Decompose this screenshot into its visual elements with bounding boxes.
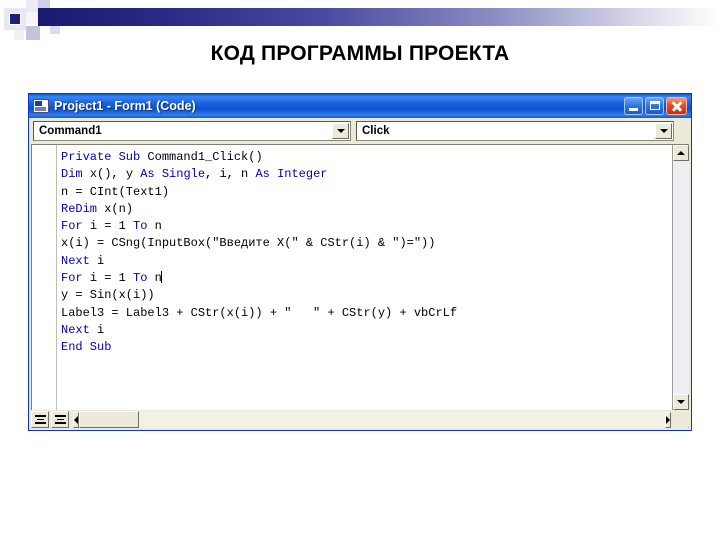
- page-title: КОД ПРОГРАММЫ ПРОЕКТА: [210, 42, 510, 65]
- code-line: End Sub: [61, 339, 672, 356]
- resize-grip-icon[interactable]: [673, 411, 689, 428]
- maximize-button[interactable]: [645, 97, 664, 115]
- procedure-view-icon-line3: [34, 422, 46, 424]
- code-line: Private Sub Command1_Click(): [61, 149, 672, 166]
- code-line: x(i) = CSng(InputBox("Введите X(" & CStr…: [61, 235, 672, 252]
- code-line: For i = 1 To n: [61, 270, 672, 287]
- code-keyword: Dim: [61, 167, 90, 182]
- deco-square-inner: [9, 13, 21, 25]
- code-keyword: As Integer: [255, 167, 328, 182]
- code-token: i = 1: [89, 271, 134, 286]
- code-keyword: Next: [61, 253, 98, 268]
- object-dropdown[interactable]: Command1: [33, 121, 351, 141]
- code-keyword: Next: [61, 322, 98, 337]
- scroll-down-icon: [677, 400, 685, 404]
- minimize-button[interactable]: [624, 97, 643, 115]
- code-line: Label3 = Label3 + CStr(x(i)) + " " + CSt…: [61, 305, 672, 322]
- code-line: y = Sin(x(i)): [61, 287, 672, 304]
- code-keyword: As Single: [140, 167, 206, 182]
- code-token: , i, n: [205, 167, 256, 182]
- code-line: n = CInt(Text1): [61, 184, 672, 201]
- code-window: Project1 - Form1 (Code) Command1 Click P…: [28, 93, 692, 431]
- chevron-down-glyph: [336, 129, 345, 133]
- code-line: Next i: [61, 253, 672, 270]
- slide-decoration-banner: [0, 0, 720, 40]
- scroll-left-icon: [74, 415, 78, 424]
- procedure-view-icon-line2: [36, 418, 44, 421]
- code-keyword: For: [61, 219, 90, 234]
- chevron-down-icon-procedure[interactable]: [655, 123, 672, 139]
- code-token: x(n): [104, 201, 134, 216]
- code-token: i: [97, 322, 105, 337]
- code-token: Command1_Click(): [147, 150, 263, 164]
- code-keyword: Private Sub: [61, 150, 148, 164]
- close-button[interactable]: [666, 97, 687, 115]
- deco-square-e: [50, 26, 60, 34]
- window-controls: [624, 97, 689, 115]
- maximize-icon: [650, 101, 660, 110]
- scroll-up-icon: [677, 151, 685, 155]
- scroll-right-button[interactable]: [665, 411, 671, 428]
- code-window-status-bar: [29, 410, 691, 430]
- deco-square-b: [26, 12, 38, 24]
- procedure-view-button[interactable]: [31, 411, 49, 428]
- deco-square-a: [26, 0, 38, 12]
- code-token: i: [97, 253, 105, 268]
- chevron-down-icon-object[interactable]: [332, 123, 349, 139]
- code-editor-area: Private Sub Command1_Click() Dim x(), y A…: [31, 144, 689, 410]
- minimize-icon: [629, 108, 638, 111]
- deco-square-d: [26, 26, 40, 40]
- horizontal-scrollbar-thumb[interactable]: [79, 411, 139, 428]
- code-keyword: For: [61, 271, 90, 286]
- code-line: Dim x(), y As Single, i, n As Integer: [61, 166, 672, 183]
- code-line: Next i: [61, 322, 672, 339]
- scroll-down-button[interactable]: [673, 394, 689, 410]
- window-titlebar[interactable]: Project1 - Form1 (Code): [29, 94, 691, 118]
- procedure-view-icon: [34, 415, 46, 417]
- horizontal-scrollbar[interactable]: [73, 411, 671, 428]
- code-keyword: To: [133, 219, 155, 234]
- code-keyword: End Sub: [61, 340, 112, 355]
- vertical-scrollbar-track[interactable]: [673, 161, 689, 394]
- procedure-dropdown-value: Click: [362, 125, 390, 137]
- deco-gradient-bar: [38, 8, 720, 26]
- full-module-view-icon-line3: [54, 422, 66, 424]
- code-line: For i = 1 To n: [61, 218, 672, 235]
- procedure-dropdown[interactable]: Click: [356, 121, 674, 141]
- code-token: n: [154, 219, 162, 234]
- chevron-down-glyph: [659, 129, 668, 133]
- full-module-view-icon: [54, 415, 66, 417]
- window-title-text: Project1 - Form1 (Code): [54, 99, 196, 113]
- code-token: Label3 = Label3 + CStr(x(i)) + " " + CSt…: [61, 305, 458, 320]
- deco-square-f: [14, 30, 24, 40]
- code-text-editor[interactable]: Private Sub Command1_Click() Dim x(), y A…: [57, 145, 672, 410]
- vb-form-icon: [33, 99, 49, 113]
- code-keyword: ReDim: [61, 201, 105, 216]
- editor-margin-indicator-bar[interactable]: [32, 145, 57, 410]
- vertical-scrollbar[interactable]: [672, 145, 689, 410]
- object-dropdown-value: Command1: [39, 125, 102, 137]
- code-line: ReDim x(n): [61, 201, 672, 218]
- full-module-view-icon-line2: [56, 418, 64, 421]
- deco-square-c: [38, 0, 50, 8]
- full-module-view-button[interactable]: [51, 411, 69, 428]
- code-token: n = CInt(Text1): [61, 184, 170, 199]
- code-token: x(i) = CSng(InputBox("Введите X(" & CStr…: [61, 236, 436, 251]
- code-window-toolbar: Command1 Click: [29, 118, 691, 144]
- horizontal-scrollbar-track[interactable]: [139, 411, 665, 428]
- scroll-up-button[interactable]: [673, 145, 689, 161]
- code-keyword: To: [133, 271, 155, 286]
- text-caret: [160, 271, 162, 284]
- code-token: x(), y: [89, 167, 141, 182]
- code-token: y = Sin(x(i)): [61, 288, 155, 303]
- code-token: i = 1: [89, 219, 134, 234]
- scroll-right-icon: [666, 415, 670, 424]
